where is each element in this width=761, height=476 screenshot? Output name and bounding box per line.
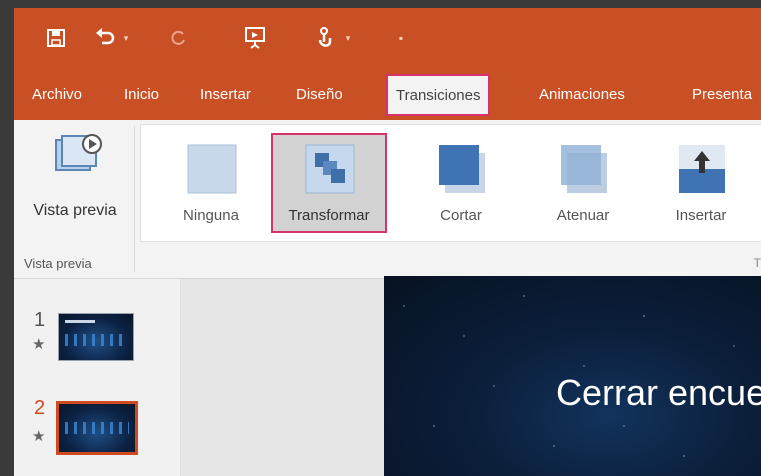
transition-cortar-label: Cortar <box>440 207 482 224</box>
transition-atenuar[interactable]: Atenuar <box>525 133 641 233</box>
slide-title[interactable]: Cerrar encuer <box>556 372 761 414</box>
animation-star-icon: ★ <box>32 336 46 353</box>
slide-number-selected: 2 <box>34 397 46 419</box>
tab-presentacion[interactable]: Presenta <box>692 82 752 108</box>
transition-atenuar-label: Atenuar <box>556 207 610 224</box>
undo-icon[interactable] <box>92 22 118 54</box>
transition-transformar[interactable]: Transformar <box>271 133 387 233</box>
slide-number: 1 <box>34 309 46 331</box>
transition-transformar-label: Transformar <box>288 207 370 224</box>
slides-panel: 1 ★ 2 ★ <box>14 279 181 476</box>
transition-cortar[interactable]: Cortar <box>403 133 519 233</box>
preview-icon <box>55 134 102 171</box>
transition-none[interactable]: Ninguna <box>153 133 269 233</box>
animation-star-icon: ★ <box>32 428 46 445</box>
transition-gallery: Ninguna Transformar Cortar Atenuar Inser… <box>140 124 761 242</box>
redo-icon[interactable] <box>166 22 190 54</box>
preview-group-label: Vista previa <box>24 256 92 271</box>
preview-label: Vista previa <box>33 202 117 219</box>
none-transition-icon <box>187 144 237 194</box>
tab-inicio[interactable]: Inicio <box>124 82 159 108</box>
fade-transition-icon <box>561 145 607 193</box>
push-transition-icon <box>679 145 725 193</box>
transitions-ribbon: Vista previa Vista previa Ninguna Transf… <box>14 120 761 279</box>
touch-dropdown-icon[interactable]: ▾ <box>342 22 354 54</box>
quick-access-toolbar: ▾ ▾ ▪ <box>14 8 761 70</box>
morph-transition-icon <box>305 144 355 194</box>
transition-insertar[interactable]: Insertar <box>643 133 759 233</box>
slide-thumbnail-1[interactable] <box>58 313 134 361</box>
slide-canvas[interactable]: Cerrar encuer <box>384 276 761 476</box>
tab-transiciones[interactable]: Transiciones <box>386 74 491 116</box>
preview-group: Vista previa Vista previa <box>14 120 136 278</box>
transition-insertar-label: Insertar <box>675 207 727 224</box>
preview-button[interactable]: Vista previa <box>18 128 132 238</box>
customize-toolbar-icon[interactable]: ▪ <box>394 22 408 54</box>
cut-transition-icon <box>439 145 485 193</box>
ribbon-tabs: Archivo Inicio Insertar Diseño Transicio… <box>14 70 761 120</box>
undo-dropdown-icon[interactable]: ▾ <box>120 22 132 54</box>
tab-diseno[interactable]: Diseño <box>296 82 343 108</box>
tab-archivo[interactable]: Archivo <box>32 82 82 108</box>
touch-mode-icon[interactable] <box>312 22 338 54</box>
transition-none-label: Ninguna <box>183 207 239 224</box>
save-icon[interactable] <box>42 22 70 54</box>
group-label-transitions: T <box>753 256 761 270</box>
powerpoint-window: ▾ ▾ ▪ Archivo Inicio Insertar Diseño Tra… <box>14 8 761 476</box>
tab-insertar[interactable]: Insertar <box>200 82 251 108</box>
group-divider <box>134 126 135 272</box>
slide-thumbnail-2[interactable] <box>56 401 138 455</box>
tab-animaciones[interactable]: Animaciones <box>539 82 625 108</box>
present-from-start-icon[interactable] <box>240 22 270 54</box>
